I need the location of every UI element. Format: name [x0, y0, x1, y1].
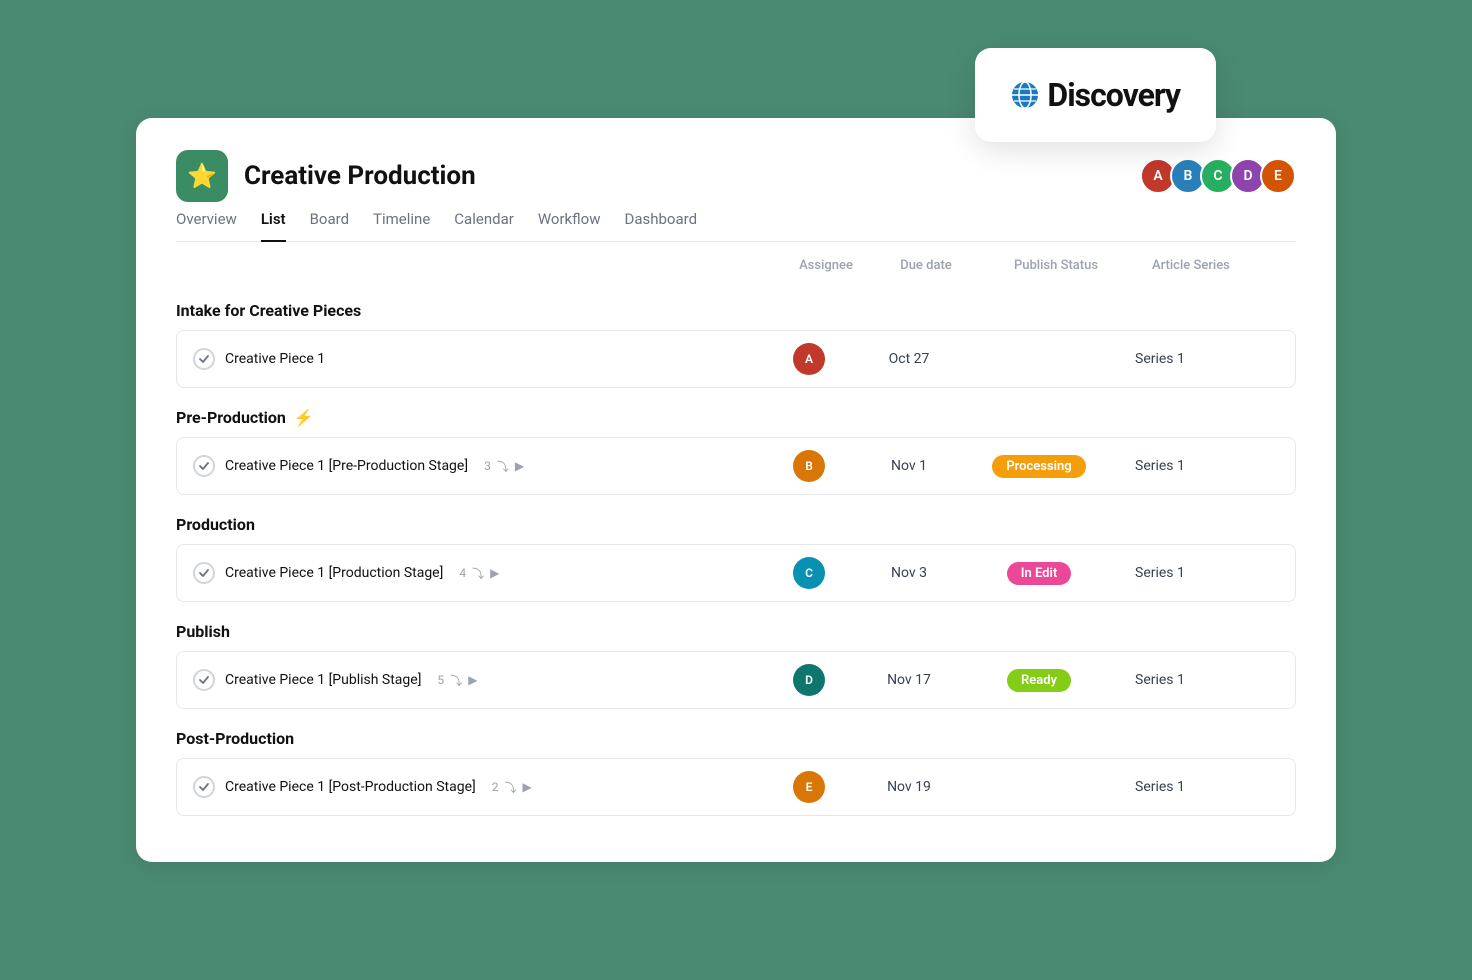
table-row[interactable]: Creative Piece 1 A Oct 27 Series 1 — [176, 330, 1296, 388]
nav-tabs: Overview List Board Timeline Calendar Wo… — [176, 210, 1296, 242]
task-left: Creative Piece 1 [Production Stage] 4 ⤵ … — [193, 562, 759, 584]
subtask-icon: ⤵ — [450, 672, 462, 689]
section-publish: Publish Creative Piece 1 [Publish Stage]… — [176, 622, 1296, 709]
assignee-avatar: D — [793, 664, 825, 696]
tab-dashboard[interactable]: Dashboard — [624, 210, 697, 242]
task-name: Creative Piece 1 [Pre-Production Stage] — [225, 458, 468, 474]
section-intake: Intake for Creative Pieces Creative Piec… — [176, 301, 1296, 388]
subtask-icon: ⤵ — [497, 458, 509, 475]
task-due-date: Nov 3 — [859, 565, 959, 581]
status-badge: Ready — [1007, 669, 1071, 692]
task-name: Creative Piece 1 — [225, 351, 325, 367]
task-left: Creative Piece 1 [Pre-Production Stage] … — [193, 455, 759, 477]
table-row[interactable]: Creative Piece 1 [Publish Stage] 5 ⤵ ▶ D… — [176, 651, 1296, 709]
lightning-icon: ⚡ — [294, 408, 314, 427]
expand-icon[interactable]: ▶ — [490, 566, 499, 580]
check-icon — [193, 348, 215, 370]
section-production: Production Creative Piece 1 [Production … — [176, 515, 1296, 602]
task-due-date: Nov 19 — [859, 779, 959, 795]
section-pre-production-title: Pre-Production ⚡ — [176, 408, 1296, 427]
expand-icon[interactable]: ▶ — [468, 673, 477, 687]
task-due-date: Nov 1 — [859, 458, 959, 474]
assignee-avatar: A — [793, 343, 825, 375]
task-assignee: C — [759, 557, 859, 589]
section-intake-title: Intake for Creative Pieces — [176, 301, 1296, 320]
subtask-icon: ⤵ — [504, 779, 516, 796]
task-status: Ready — [959, 669, 1119, 692]
task-assignee: B — [759, 450, 859, 482]
discovery-label: Discovery — [1047, 76, 1180, 114]
star-icon: ⭐ — [187, 162, 217, 190]
tab-calendar[interactable]: Calendar — [454, 210, 514, 242]
check-icon — [193, 776, 215, 798]
task-name: Creative Piece 1 [Publish Stage] — [225, 672, 421, 688]
page-wrapper: Discovery ⭐ Creative Production A B C D … — [136, 118, 1336, 862]
section-post-production-title: Post-Production — [176, 729, 1296, 748]
status-badge: Processing — [992, 455, 1085, 478]
header-left: ⭐ Creative Production — [176, 150, 476, 202]
section-post-production: Post-Production Creative Piece 1 [Post-P… — [176, 729, 1296, 816]
section-production-title: Production — [176, 515, 1296, 534]
subtask-icon: ⤵ — [472, 565, 484, 582]
task-due-date: Nov 17 — [859, 672, 959, 688]
project-title: Creative Production — [244, 161, 476, 191]
page-header: ⭐ Creative Production A B C D E — [176, 150, 1296, 202]
tab-overview[interactable]: Overview — [176, 210, 237, 242]
task-assignee: E — [759, 771, 859, 803]
table-row[interactable]: Creative Piece 1 [Post-Production Stage]… — [176, 758, 1296, 816]
col-task — [176, 258, 776, 273]
task-name: Creative Piece 1 [Production Stage] — [225, 565, 443, 581]
col-assignee: Assignee — [776, 258, 876, 273]
table-row[interactable]: Creative Piece 1 [Production Stage] 4 ⤵ … — [176, 544, 1296, 602]
globe-icon — [1011, 81, 1039, 109]
discovery-card: Discovery — [975, 48, 1216, 142]
check-icon — [193, 669, 215, 691]
app-icon: ⭐ — [176, 150, 228, 202]
assignee-avatar: B — [793, 450, 825, 482]
task-status: In Edit — [959, 562, 1119, 585]
task-series: Series 1 — [1119, 458, 1279, 474]
assignee-avatar: C — [793, 557, 825, 589]
section-pre-production: Pre-Production ⚡ Creative Piece 1 [Pre-P… — [176, 408, 1296, 495]
tab-board[interactable]: Board — [310, 210, 349, 242]
task-left: Creative Piece 1 [Post-Production Stage]… — [193, 776, 759, 798]
table-header: Assignee Due date Publish Status Article… — [176, 242, 1296, 281]
task-series: Series 1 — [1119, 779, 1279, 795]
task-name: Creative Piece 1 [Post-Production Stage] — [225, 779, 476, 795]
task-due-date: Oct 27 — [859, 351, 959, 367]
table-row[interactable]: Creative Piece 1 [Pre-Production Stage] … — [176, 437, 1296, 495]
team-avatars: A B C D E — [1140, 158, 1296, 194]
check-icon — [193, 455, 215, 477]
task-status: Processing — [959, 455, 1119, 478]
col-article-series: Article Series — [1136, 258, 1296, 273]
task-series: Series 1 — [1119, 565, 1279, 581]
task-meta: 4 ⤵ ▶ — [459, 565, 499, 582]
assignee-avatar: E — [793, 771, 825, 803]
tab-list[interactable]: List — [261, 210, 286, 242]
expand-icon[interactable]: ▶ — [515, 459, 524, 473]
col-publish-status: Publish Status — [976, 258, 1136, 273]
section-publish-title: Publish — [176, 622, 1296, 641]
tab-workflow[interactable]: Workflow — [538, 210, 601, 242]
expand-icon[interactable]: ▶ — [523, 780, 532, 794]
task-series: Series 1 — [1119, 672, 1279, 688]
task-assignee: D — [759, 664, 859, 696]
status-badge: In Edit — [1007, 562, 1072, 585]
avatar-5: E — [1260, 158, 1296, 194]
task-meta: 3 ⤵ ▶ — [484, 458, 524, 475]
check-icon — [193, 562, 215, 584]
tab-timeline[interactable]: Timeline — [373, 210, 430, 242]
main-panel: ⭐ Creative Production A B C D E Overview… — [136, 118, 1336, 862]
task-left: Creative Piece 1 — [193, 348, 759, 370]
task-meta: 5 ⤵ ▶ — [437, 672, 477, 689]
task-left: Creative Piece 1 [Publish Stage] 5 ⤵ ▶ — [193, 669, 759, 691]
col-due-date: Due date — [876, 258, 976, 273]
task-assignee: A — [759, 343, 859, 375]
task-series: Series 1 — [1119, 351, 1279, 367]
task-meta: 2 ⤵ ▶ — [492, 779, 532, 796]
